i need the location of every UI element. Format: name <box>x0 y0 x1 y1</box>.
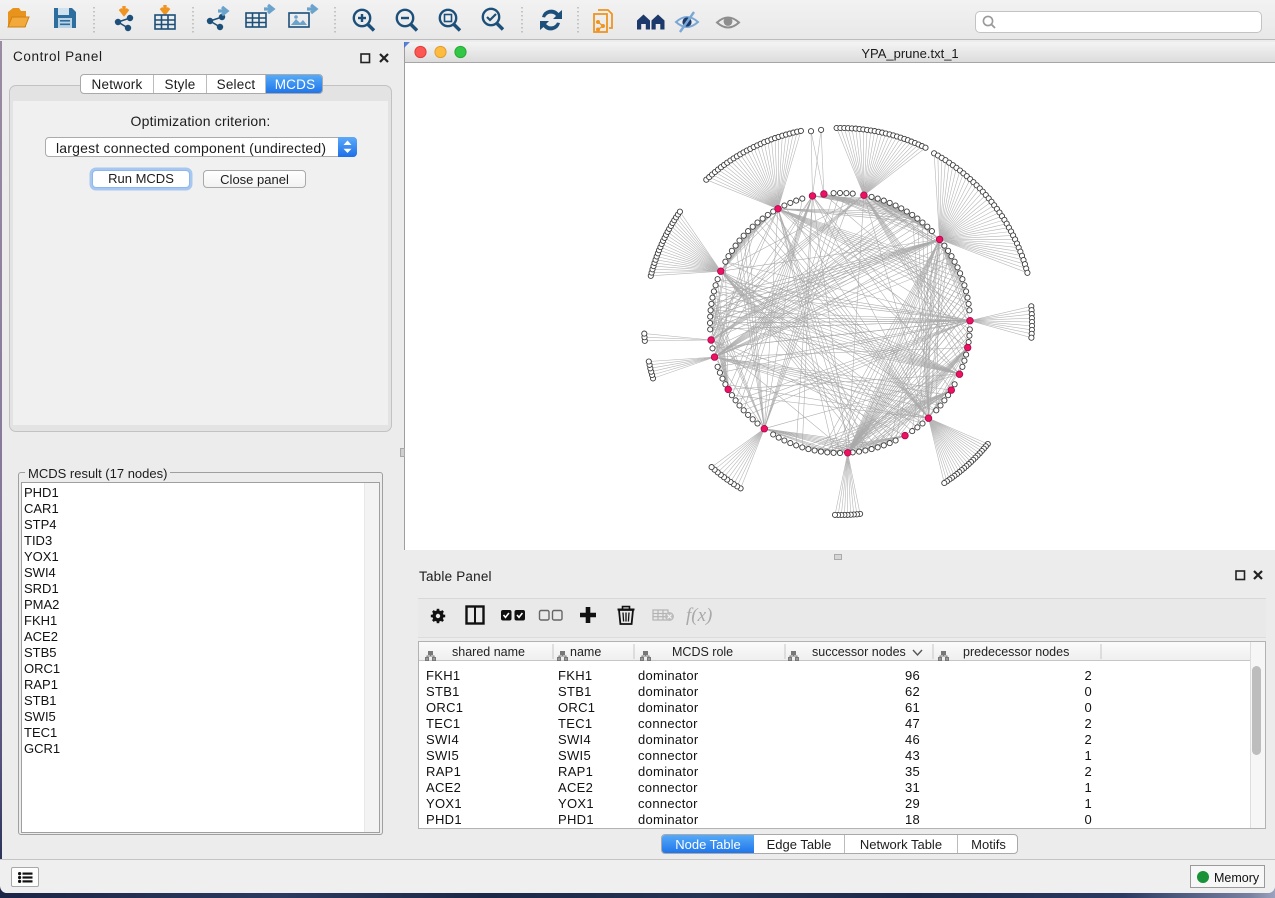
svg-text:f(x): f(x) <box>686 605 712 626</box>
